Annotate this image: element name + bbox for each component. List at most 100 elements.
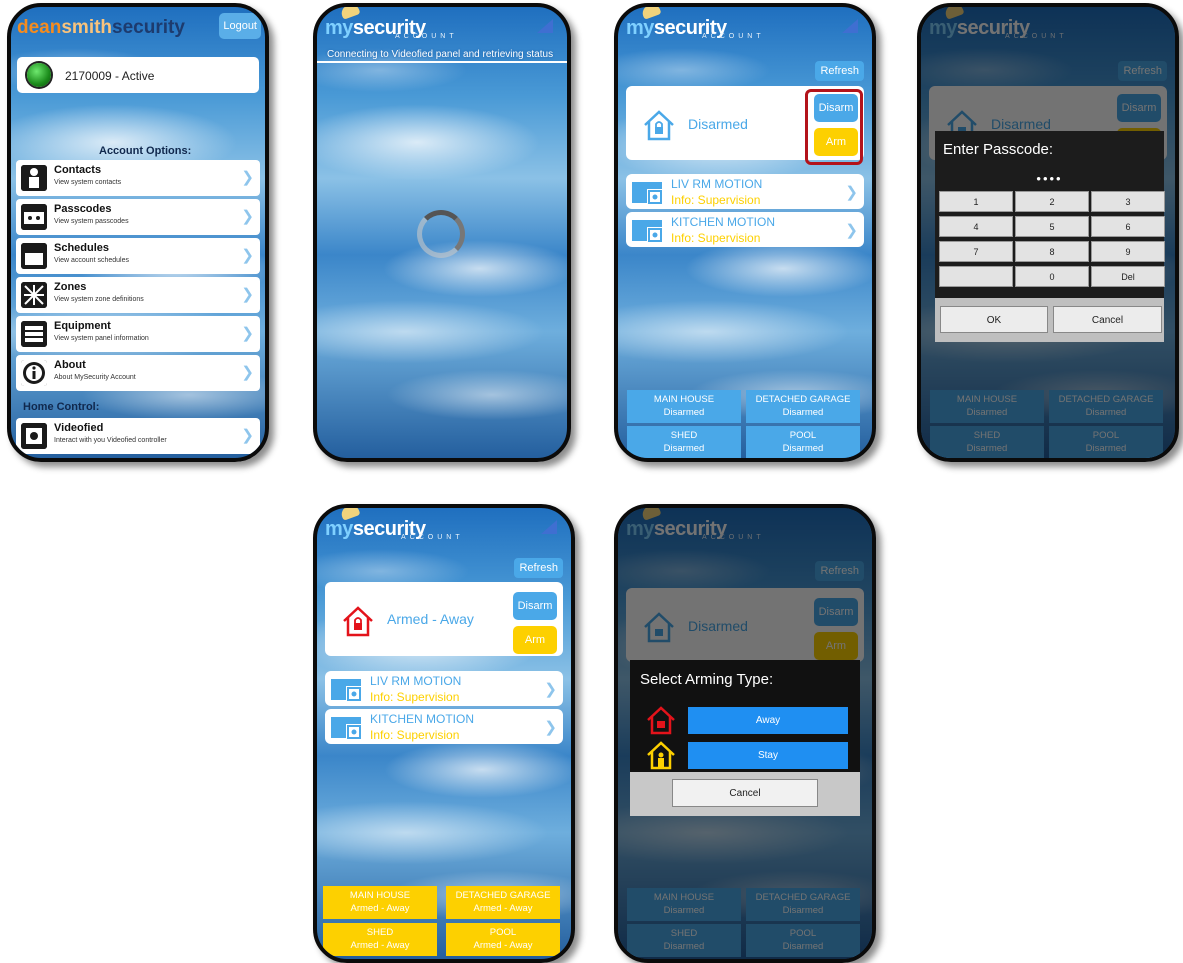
connection-status-text: Connecting to Videofied panel and retrie…	[327, 49, 554, 60]
active-status-icon	[27, 63, 51, 87]
sensor-name: KITCHEN MOTION	[671, 215, 775, 229]
key-9[interactable]: 9	[1091, 241, 1165, 262]
loading-spinner-icon	[417, 210, 465, 258]
chevron-right-icon: ❯	[241, 286, 254, 303]
zone-name: POOL	[489, 927, 517, 938]
cancel-button[interactable]: Cancel	[672, 779, 818, 807]
phone-loading: mysecurity ACCOUNT Connecting to Videofi…	[313, 3, 571, 462]
key-delete[interactable]: Del	[1091, 266, 1165, 287]
zone-shed[interactable]: SHED Armed - Away	[323, 923, 437, 956]
sensor-info: Info: Supervision	[370, 690, 460, 704]
sensor-info: Info: Supervision	[370, 728, 460, 742]
chevron-right-icon: ❯	[241, 364, 254, 381]
key-7[interactable]: 7	[939, 241, 1013, 262]
zone-detached-garage[interactable]: DETACHED GARAGE Armed - Away	[446, 886, 560, 919]
status-divider	[317, 61, 567, 63]
passcode-dialog: Enter Passcode: •••• 1 2 3 4 5 6 7 8 9 0…	[935, 131, 1165, 342]
brand-part-3: security	[112, 17, 185, 38]
sensor-kitchen-motion[interactable]: KITCHEN MOTION Info: Supervision ❯	[626, 212, 864, 247]
chevron-right-icon: ❯	[241, 247, 254, 264]
arming-actions: Cancel	[630, 772, 860, 816]
zone-state: Armed - Away	[350, 940, 410, 951]
menu-item-title: Equipment	[54, 320, 111, 332]
arm-stay-button[interactable]: Stay	[688, 742, 848, 769]
camera-sensor-icon	[331, 717, 361, 739]
zone-name: MAIN HOUSE	[653, 394, 715, 405]
menu-item-zones[interactable]: Zones View system zone definitions ❯	[16, 277, 260, 313]
alarm-status-text: Disarmed	[688, 116, 748, 132]
disarm-button[interactable]: Disarm	[513, 592, 557, 620]
key-blank[interactable]	[939, 266, 1013, 287]
zone-main-house[interactable]: MAIN HOUSE Disarmed	[627, 390, 741, 423]
zone-name: POOL	[789, 430, 817, 441]
equipment-icon	[21, 321, 47, 347]
passcode-title: Enter Passcode:	[943, 141, 1054, 158]
zone-pool[interactable]: POOL Disarmed	[746, 426, 860, 458]
key-3[interactable]: 3	[1091, 191, 1165, 212]
cancel-button[interactable]: Cancel	[1053, 306, 1162, 333]
chevron-right-icon: ❯	[544, 681, 557, 698]
key-8[interactable]: 8	[1015, 241, 1089, 262]
key-2[interactable]: 2	[1015, 191, 1089, 212]
account-status-text: 2170009 - Active	[65, 69, 155, 83]
zone-state: Armed - Away	[473, 903, 533, 914]
zone-pool[interactable]: POOL Armed - Away	[446, 923, 560, 956]
refresh-button[interactable]: Refresh	[514, 558, 563, 578]
passcode-display: ••••	[1036, 171, 1063, 186]
logout-button[interactable]: Logout	[219, 13, 261, 39]
info-icon	[21, 360, 47, 386]
sensor-liv-rm-motion[interactable]: LIV RM MOTION Info: Supervision ❯	[626, 174, 864, 209]
menu-item-equipment[interactable]: Equipment View system panel information …	[16, 316, 260, 352]
brand-part-2: smith	[61, 17, 113, 38]
sensor-name: LIV RM MOTION	[370, 674, 462, 688]
passcodes-icon	[21, 204, 47, 230]
phone-account-menu: deansmithsecurity Logout 2170009 - Activ…	[7, 3, 269, 462]
menu-item-videofied[interactable]: Videofied Interact with you Videofied co…	[16, 418, 260, 454]
key-0[interactable]: 0	[1015, 266, 1089, 287]
house-lock-icon	[644, 110, 674, 141]
key-5[interactable]: 5	[1015, 216, 1089, 237]
phone-disarmed: mysecurity ACCOUNT Refresh Disarmed Disa…	[614, 3, 876, 462]
menu-item-about[interactable]: About About MySecurity Account ❯	[16, 355, 260, 391]
zone-main-house[interactable]: MAIN HOUSE Armed - Away	[323, 886, 437, 919]
phone-passcode: mysecurity ACCOUNT Refresh Disarmed Disa…	[917, 3, 1179, 462]
refresh-button[interactable]: Refresh	[815, 61, 864, 81]
sensor-kitchen-motion[interactable]: KITCHEN MOTION Info: Supervision ❯	[325, 709, 563, 744]
arm-away-button[interactable]: Away	[688, 707, 848, 734]
key-6[interactable]: 6	[1091, 216, 1165, 237]
zone-name: SHED	[670, 430, 698, 441]
zone-shed[interactable]: SHED Disarmed	[627, 426, 741, 458]
camera-sensor-icon	[632, 220, 662, 242]
zone-name: DETACHED GARAGE	[755, 394, 851, 405]
menu-item-subtitle: View system zone definitions	[54, 296, 144, 303]
chevron-right-icon: ❯	[845, 184, 858, 201]
phone-arming-type: mysecurity ACCOUNT Refresh Disarmed Disa…	[614, 504, 876, 963]
zone-state: Armed - Away	[473, 940, 533, 951]
menu-item-schedules[interactable]: Schedules View account schedules ❯	[16, 238, 260, 274]
chevron-right-icon: ❯	[241, 427, 254, 444]
chevron-right-icon: ❯	[241, 208, 254, 225]
house-lock-icon	[343, 606, 373, 637]
key-4[interactable]: 4	[939, 216, 1013, 237]
button-highlight-box	[805, 89, 863, 165]
sensor-liv-rm-motion[interactable]: LIV RM MOTION Info: Supervision ❯	[325, 671, 563, 706]
zone-state: Disarmed	[663, 407, 705, 418]
alarm-status-text: Armed - Away	[387, 611, 474, 627]
account-status-card[interactable]: 2170009 - Active	[17, 57, 259, 93]
menu-item-passcodes[interactable]: Passcodes View system passcodes ❯	[16, 199, 260, 235]
menu-item-contacts[interactable]: Contacts View system contacts ❯	[16, 160, 260, 196]
arming-type-title: Select Arming Type:	[640, 671, 774, 688]
arm-button[interactable]: Arm	[513, 626, 557, 654]
zone-state: Disarmed	[663, 443, 705, 454]
brand-part-1: dean	[17, 17, 62, 38]
ok-button[interactable]: OK	[940, 306, 1048, 333]
zone-name: SHED	[366, 927, 394, 938]
zone-detached-garage[interactable]: DETACHED GARAGE Disarmed	[746, 390, 860, 423]
sensor-info: Info: Supervision	[671, 231, 761, 245]
sensor-name: LIV RM MOTION	[671, 177, 763, 191]
camera-sensor-icon	[632, 182, 662, 204]
zones-icon	[21, 282, 47, 308]
sensor-name: KITCHEN MOTION	[370, 712, 474, 726]
calendar-icon	[21, 243, 47, 269]
key-1[interactable]: 1	[939, 191, 1013, 212]
